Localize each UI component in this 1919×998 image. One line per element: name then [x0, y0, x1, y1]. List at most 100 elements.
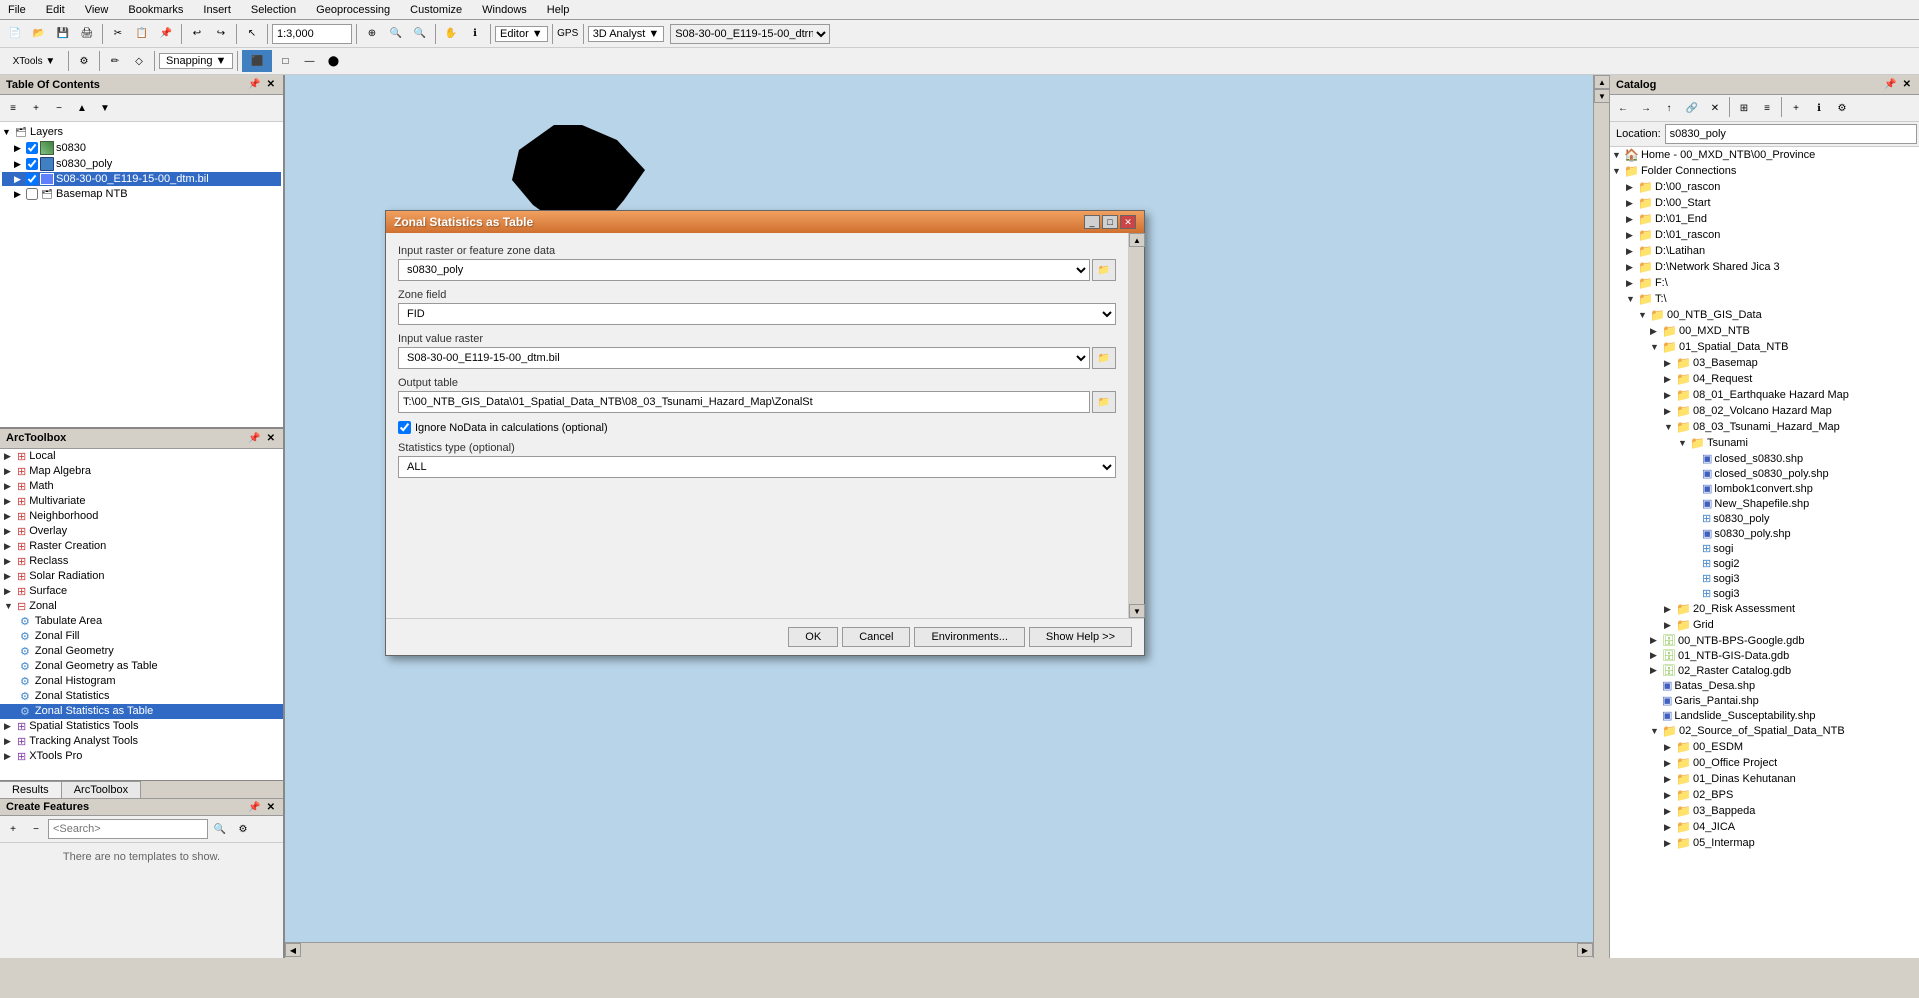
toc-item-layers[interactable]: ▼ 🗂 Layers [2, 124, 281, 140]
toc-item-s08dtm[interactable]: ▶ S08-30-00_E119-15-00_dtm.bil [2, 172, 281, 186]
s08dtm-checkbox[interactable] [26, 173, 38, 185]
create-features-close[interactable]: ✕ [265, 802, 277, 813]
cat-sogi[interactable]: ⊞ sogi [1610, 541, 1919, 556]
cat-tsunamifolder[interactable]: ▼ 📁 Tsunami [1610, 435, 1919, 451]
s0830-expand[interactable]: ▶ [14, 143, 24, 154]
input-raster-select[interactable]: s0830_poly [398, 259, 1090, 281]
cat-ntbgis[interactable]: ▼ 📁 00_NTB_GIS_Data [1610, 307, 1919, 323]
cat-rastercatalog[interactable]: ▶ 🗄 02_Raster Catalog.gdb [1610, 663, 1919, 678]
environments-button[interactable]: Environments... [914, 627, 1024, 647]
scroll-up-btn[interactable]: ▲ [1594, 75, 1609, 89]
tool-zonalstatisticstable[interactable]: ⚙ Zonal Statistics as Table [0, 704, 283, 719]
menu-selection[interactable]: Selection [247, 4, 300, 16]
output-table-browse-btn[interactable]: 📁 [1092, 391, 1116, 413]
statistics-type-select[interactable]: ALL [398, 456, 1116, 478]
dialog-titlebar[interactable]: Zonal Statistics as Table _ □ ✕ [386, 211, 1144, 233]
cat-forward-btn[interactable]: → [1635, 97, 1657, 119]
tool-zonalfill[interactable]: ⚙ Zonal Fill [0, 629, 283, 644]
tool-multivariate[interactable]: ▶ ⊞ Multivariate [0, 494, 283, 509]
cat-d00start[interactable]: ▶ 📁 D:\00_Start [1610, 195, 1919, 211]
cat-04request[interactable]: ▶ 📁 04_Request [1610, 371, 1919, 387]
menu-help[interactable]: Help [543, 4, 574, 16]
snapping-label[interactable]: Snapping ▼ [159, 53, 233, 69]
tool-xtoolspro[interactable]: ▶ ⊞ XTools Pro [0, 749, 283, 764]
menu-file[interactable]: File [4, 4, 30, 16]
cat-folderconn[interactable]: ▼ 📁 Folder Connections [1610, 163, 1919, 179]
tool-surface[interactable]: ▶ ⊞ Surface [0, 584, 283, 599]
cat-t[interactable]: ▼ 📁 T:\ [1610, 291, 1919, 307]
map-scrollbar-horizontal[interactable]: ◀ ▶ [285, 942, 1593, 958]
menu-view[interactable]: View [81, 4, 113, 16]
scale-input[interactable] [272, 24, 352, 44]
show-help-button[interactable]: Show Help >> [1029, 627, 1132, 647]
catalog-location-input[interactable] [1665, 124, 1917, 144]
toc-close-btn[interactable]: ✕ [265, 79, 277, 90]
tool-zonalhistogram[interactable]: ⚙ Zonal Histogram [0, 674, 283, 689]
cf-delete-btn[interactable]: − [25, 818, 47, 840]
cat-bappeda[interactable]: ▶ 📁 03_Bappeda [1610, 803, 1919, 819]
cat-esdm[interactable]: ▶ 📁 00_ESDM [1610, 739, 1919, 755]
cat-grid[interactable]: ▶ 📁 Grid [1610, 617, 1919, 633]
s0830poly-checkbox[interactable] [26, 158, 38, 170]
ignore-nodata-checkbox[interactable] [398, 421, 411, 434]
cat-spatialntb[interactable]: ▼ 📁 01_Spatial_Data_NTB [1610, 339, 1919, 355]
s0830poly-expand[interactable]: ▶ [14, 159, 24, 170]
cat-d00rascon[interactable]: ▶ 📁 D:\00_rascon [1610, 179, 1919, 195]
xtools-btn[interactable]: XTools ▼ [4, 50, 64, 72]
cat-riskassess[interactable]: ▶ 📁 20_Risk Assessment [1610, 601, 1919, 617]
cat-landslide[interactable]: ▣ Landslide_Susceptability.shp [1610, 708, 1919, 723]
tool-local[interactable]: ▶ ⊞ Local [0, 449, 283, 464]
cat-newshape[interactable]: ▣ New_Shapefile.shp [1610, 496, 1919, 511]
tool-solarradiation[interactable]: ▶ ⊞ Solar Radiation [0, 569, 283, 584]
cat-view-btn[interactable]: ≡ [1756, 97, 1778, 119]
s0830-checkbox[interactable] [26, 142, 38, 154]
cat-home[interactable]: ▼ 🏠 Home - 00_MXD_NTB\00_Province [1610, 147, 1919, 163]
undo-btn[interactable]: ↩ [186, 23, 208, 45]
cf-search-input[interactable] [48, 819, 208, 839]
layers-expand[interactable]: ▼ [2, 127, 12, 137]
new-btn[interactable]: 📄 [4, 23, 26, 45]
cat-bps[interactable]: ▶ 📁 02_BPS [1610, 787, 1919, 803]
dialog-minimize-btn[interactable]: _ [1084, 215, 1100, 229]
basemap-checkbox[interactable] [26, 188, 38, 200]
output-table-input[interactable] [398, 391, 1090, 413]
tool-math[interactable]: ▶ ⊞ Math [0, 479, 283, 494]
vertex-btn[interactable]: ◇ [128, 50, 150, 72]
cat-dlatihan[interactable]: ▶ 📁 D:\Latihan [1610, 243, 1919, 259]
tool-zonalgeometrytable[interactable]: ⚙ Zonal Geometry as Table [0, 659, 283, 674]
toc-item-s0830[interactable]: ▶ s0830 [2, 140, 281, 156]
cat-ntbbpsgoogle[interactable]: ▶ 🗄 00_NTB-BPS-Google.gdb [1610, 633, 1919, 648]
tool-spatialstatistics[interactable]: ▶ ⊞ Spatial Statistics Tools [0, 719, 283, 734]
catalog-close-btn[interactable]: ✕ [1901, 79, 1913, 90]
scroll-left-btn[interactable]: ◀ [285, 943, 301, 957]
cf-new-btn[interactable]: + [2, 818, 24, 840]
create-features-pin[interactable]: 📌 [246, 802, 262, 813]
cat-lombok1[interactable]: ▣ lombok1convert.shp [1610, 481, 1919, 496]
snap-settings-btn[interactable]: ⚙ [73, 50, 95, 72]
tool-zonal[interactable]: ▼ ⊟ Zonal [0, 599, 283, 614]
tool-reclass[interactable]: ▶ ⊞ Reclass [0, 554, 283, 569]
tool-neighborhood[interactable]: ▶ ⊞ Neighborhood [0, 509, 283, 524]
s08dtm-expand[interactable]: ▶ [14, 174, 24, 185]
cat-officeproject[interactable]: ▶ 📁 00_Office Project [1610, 755, 1919, 771]
cat-batasdesashp[interactable]: ▣ Batas_Desa.shp [1610, 678, 1919, 693]
tool-rastercreation[interactable]: ▶ ⊞ Raster Creation [0, 539, 283, 554]
dialog-scroll-track[interactable] [1129, 247, 1144, 604]
zone-field-select[interactable]: FID [398, 303, 1116, 325]
cat-s0830polyshp[interactable]: ▣ s0830_poly.shp [1610, 526, 1919, 541]
identify-btn[interactable]: ℹ [464, 23, 486, 45]
cat-sogi2[interactable]: ⊞ sogi2 [1610, 556, 1919, 571]
toc-item-s0830poly[interactable]: ▶ s0830_poly [2, 156, 281, 172]
zoom-in-btn[interactable]: 🔍 [385, 23, 407, 45]
cat-ntbgisdata[interactable]: ▶ 🗄 01_NTB-GIS-Data.gdb [1610, 648, 1919, 663]
cat-up-btn[interactable]: ↑ [1658, 97, 1680, 119]
basemap-expand[interactable]: ▶ [14, 189, 24, 200]
menu-bookmarks[interactable]: Bookmarks [124, 4, 187, 16]
menu-insert[interactable]: Insert [199, 4, 235, 16]
cat-earthquake[interactable]: ▶ 📁 08_01_Earthquake Hazard Map [1610, 387, 1919, 403]
cat-connect-btn[interactable]: 🔗 [1681, 97, 1703, 119]
cat-tsunami[interactable]: ▼ 📁 08_03_Tsunami_Hazard_Map [1610, 419, 1919, 435]
dialog-scroll-down[interactable]: ▼ [1129, 604, 1145, 618]
cat-d01rascon[interactable]: ▶ 📁 D:\01_rascon [1610, 227, 1919, 243]
snap-vertex-btn[interactable]: □ [274, 50, 296, 72]
